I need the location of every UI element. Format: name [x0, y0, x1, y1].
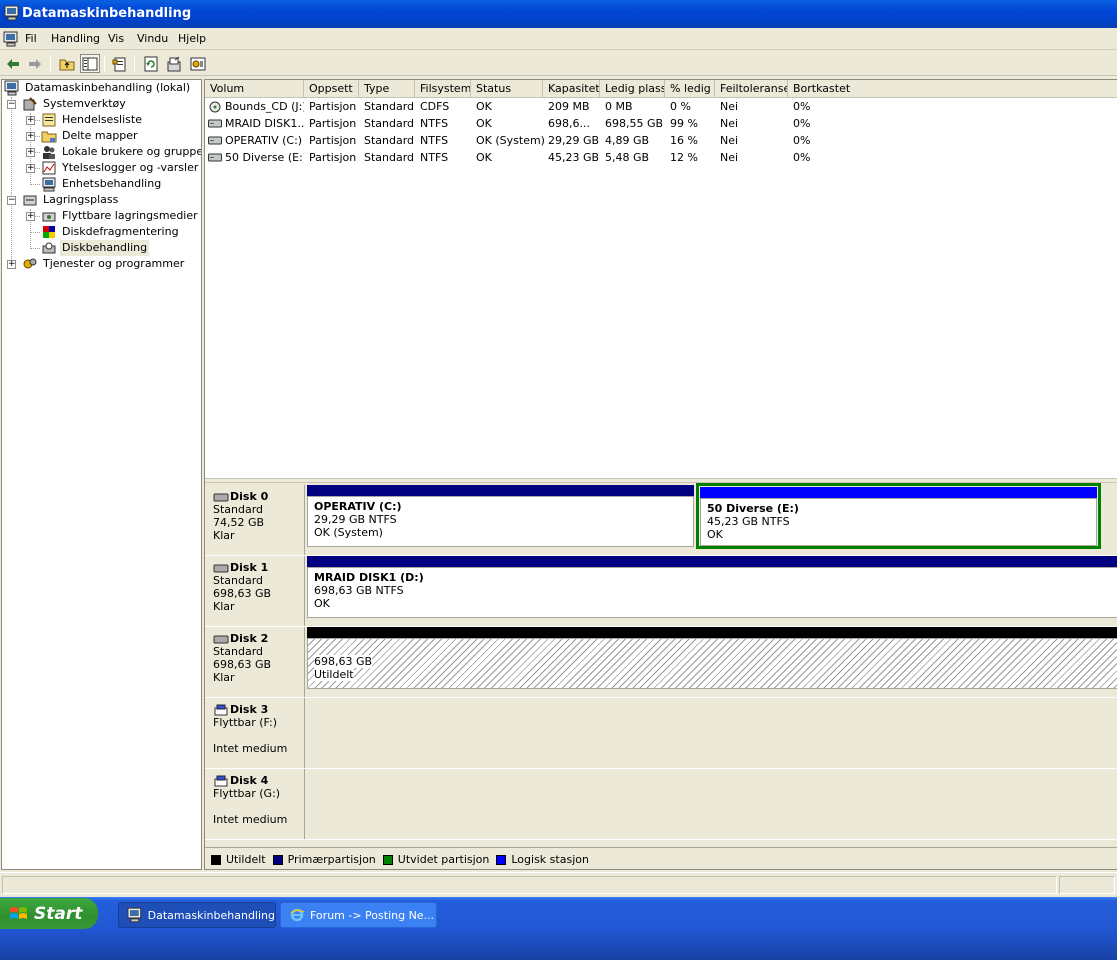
expand-lokale-brukere[interactable]: + — [26, 148, 35, 157]
hard-disk-icon — [213, 564, 229, 572]
computer-management-icon — [4, 5, 19, 21]
partition-operativ-c[interactable]: OPERATIV (C:) 29,29 GB NTFS OK (System) — [307, 485, 694, 547]
storage-icon — [23, 195, 37, 206]
column-header-status[interactable]: Status — [471, 80, 543, 98]
legend-item: Primærpartisjon — [272, 853, 376, 866]
column-header-oppsett[interactable]: Oppsett — [304, 80, 359, 98]
status-bar — [0, 872, 1117, 897]
app-window: Datamaskinbehandling Fil Handling Vis Vi… — [0, 0, 1117, 897]
column-header-type[interactable]: Type — [359, 80, 415, 98]
disk-label[interactable]: Disk 3 Flyttbar (F:) Intet medium — [205, 698, 305, 768]
taskbar-item-forum[interactable]: Forum -> Posting Ne... — [280, 902, 437, 928]
menu-hjelp[interactable]: Hjelp — [178, 32, 206, 45]
windows-logo-icon — [10, 906, 27, 919]
disk-label[interactable]: Disk 4 Flyttbar (G:) Intet medium — [205, 769, 305, 839]
legend-item: Utildelt — [211, 853, 266, 866]
services-icon — [23, 258, 37, 269]
computer-management-icon — [4, 80, 19, 96]
collapse-systemverktoy[interactable]: − — [7, 100, 16, 109]
help-icon[interactable] — [188, 54, 208, 73]
refresh-icon[interactable] — [141, 54, 161, 73]
disk-management-icon — [42, 242, 56, 254]
table-row[interactable]: 50 Diverse (E:) Partisjon Standard NTFS … — [205, 149, 1117, 166]
performance-icon — [42, 161, 56, 175]
window-title: Datamaskinbehandling — [22, 6, 192, 21]
table-row[interactable]: Bounds_CD (J:) Partisjon Standard CDFS O… — [205, 98, 1117, 115]
column-header-filsystem[interactable]: Filsystem — [415, 80, 471, 98]
legend-item: Utvidet partisjon — [382, 853, 489, 866]
hard-disk-icon — [213, 635, 229, 643]
taskbar: Start Datamaskinbehandling Forum -> Post… — [0, 897, 1117, 960]
column-header-kapasitet[interactable]: Kapasitet — [543, 80, 600, 98]
tree-root-label: Datamaskinbehandling (lokal) — [25, 81, 191, 94]
disk-row: Disk 0 Standard 74,52 GB Klar OPERATIV (… — [205, 483, 1117, 556]
menu-handling[interactable]: Handling — [51, 32, 100, 45]
export-list-icon[interactable] — [164, 54, 184, 73]
hard-disk-icon — [213, 493, 229, 501]
column-header-feiltoleranse[interactable]: Feiltoleranse — [715, 80, 788, 98]
disk-row: Disk 3 Flyttbar (F:) Intet medium — [205, 698, 1117, 769]
title-bar[interactable]: Datamaskinbehandling — [0, 0, 1117, 28]
up-folder-icon[interactable] — [57, 54, 77, 73]
partition-50-diverse-e[interactable]: 50 Diverse (E:) 45,23 GB NTFS OK — [696, 483, 1101, 549]
back-arrow-icon[interactable] — [3, 54, 23, 73]
partition-mraid-disk1-d[interactable]: MRAID DISK1 (D:) 698,63 GB NTFS OK — [307, 556, 1117, 618]
properties-icon[interactable] — [110, 54, 130, 73]
disk-label[interactable]: Disk 0 Standard 74,52 GB Klar — [205, 485, 305, 555]
removable-storage-icon — [42, 212, 56, 222]
users-icon — [43, 146, 55, 159]
menu-vis[interactable]: Vis — [108, 32, 124, 45]
tools-icon — [23, 97, 37, 111]
column-header-ledig-plass[interactable]: Ledig plass — [600, 80, 665, 98]
partition-unallocated[interactable]: 698,63 GB Utildelt — [307, 627, 1117, 689]
disk-row: Disk 2 Standard 698,63 GB Klar 698,63 GB… — [205, 627, 1117, 698]
forward-arrow-icon[interactable] — [25, 54, 45, 73]
removable-disk-icon — [214, 704, 228, 715]
disk-label[interactable]: Disk 1 Standard 698,63 GB Klar — [205, 556, 305, 626]
expand-flyttbare[interactable]: + — [26, 212, 35, 221]
system-menu-icon[interactable] — [3, 31, 19, 47]
column-header-volum[interactable]: Volum — [205, 80, 304, 98]
disk-row: Disk 1 Standard 698,63 GB Klar MRAID DIS… — [205, 556, 1117, 627]
event-viewer-icon — [42, 113, 56, 127]
console-tree: Datamaskinbehandling (lokal) − Systemver… — [1, 79, 202, 870]
device-manager-icon — [42, 177, 56, 192]
removable-disk-icon — [214, 775, 228, 786]
expand-delte-mapper[interactable]: + — [26, 132, 35, 141]
show-hide-tree-icon[interactable] — [80, 54, 100, 73]
expand-hendelsesliste[interactable]: + — [26, 116, 35, 125]
toolbar — [0, 51, 1117, 76]
taskbar-item-datamaskinbehandling[interactable]: Datamaskinbehandling — [118, 902, 276, 928]
menu-fil[interactable]: Fil — [25, 32, 37, 45]
volume-list: Volum Oppsett Type Filsystem Status Kapa… — [205, 80, 1117, 478]
computer-management-icon — [127, 907, 142, 923]
column-header-bortkastet[interactable]: Bortkastet — [788, 80, 1117, 98]
column-header-prosent-ledig[interactable]: % ledig — [665, 80, 715, 98]
collapse-lagringsplass[interactable]: − — [7, 196, 16, 205]
start-button[interactable]: Start — [0, 898, 98, 929]
legend-item: Logisk stasjon — [496, 853, 589, 866]
menu-vindu[interactable]: Vindu — [137, 32, 168, 45]
expand-ytelseslogger[interactable]: + — [26, 164, 35, 173]
menu-bar: Fil Handling Vis Vindu Hjelp — [0, 28, 1117, 50]
defrag-icon — [43, 226, 55, 238]
shared-folder-icon — [41, 131, 57, 143]
expand-tjenester[interactable]: + — [7, 260, 16, 269]
legend: Utildelt Primærpartisjon Utvidet partisj… — [205, 847, 1117, 869]
table-row[interactable]: OPERATIV (C:) Partisjon Standard NTFS OK… — [205, 132, 1117, 149]
internet-explorer-icon — [290, 908, 305, 922]
table-row[interactable]: MRAID DISK1... Partisjon Standard NTFS O… — [205, 115, 1117, 132]
disk-label[interactable]: Disk 2 Standard 698,63 GB Klar — [205, 627, 305, 697]
disk-row: Disk 4 Flyttbar (G:) Intet medium — [205, 769, 1117, 840]
details-pane: Volum Oppsett Type Filsystem Status Kapa… — [204, 79, 1117, 870]
disk-graph-view: Disk 0 Standard 74,52 GB Klar OPERATIV (… — [205, 483, 1117, 847]
